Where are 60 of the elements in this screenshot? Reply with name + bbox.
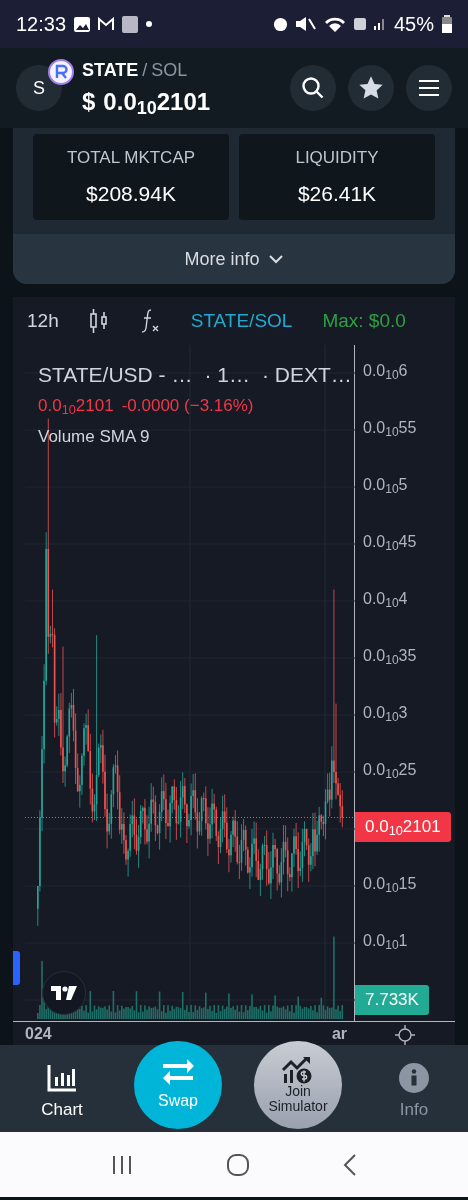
candles-icon[interactable] <box>88 308 109 334</box>
token-price: 0.0$_{10}$2101 <box>103 86 211 120</box>
chart-tab[interactable]: Chart <box>22 1063 102 1123</box>
info-tab[interactable]: Info <box>374 1063 454 1123</box>
stat-label: TOTAL MKTCAP <box>66 146 196 169</box>
price-axis-label: 0.0$_{10}$45 <box>363 533 417 550</box>
price-axis-label: 0.0$_{10}$15 <box>363 875 417 892</box>
price-axis-label: 0.0$_{10}$4 <box>363 590 408 607</box>
chart-legend-title: · 1… <box>204 362 250 388</box>
battery-icon <box>442 15 452 33</box>
stat-value: $208.94K <box>86 181 176 207</box>
base-token: STATE <box>82 58 139 82</box>
swap-arrows-icon <box>161 1057 195 1085</box>
price-axis-label: 0.0$_{10}$55 <box>363 419 417 436</box>
menu-button[interactable] <box>406 65 452 111</box>
quote-token: SOL <box>151 58 188 82</box>
wifi-icon <box>323 16 346 32</box>
settings-icon[interactable] <box>395 1024 415 1045</box>
image-icon <box>74 16 91 32</box>
interval-button[interactable]: 12h <box>27 306 59 336</box>
current-price-tag: 0.0$_{10}$2101 <box>355 812 451 842</box>
time-axis-label: ar <box>331 1024 347 1044</box>
chart-legend-title: · DEXT… <box>261 362 352 388</box>
price-axis-label: 0.0$_{10}$25 <box>363 761 417 778</box>
search-icon <box>301 76 325 100</box>
stat-label: LIQUIDITY <box>295 146 379 169</box>
info-icon <box>399 1063 429 1093</box>
currency-symbol: $ <box>82 86 96 117</box>
legend-price: 0.0$_{10}$2101 <box>38 394 114 418</box>
more-info-button[interactable]: More info <box>13 234 455 284</box>
home-icon[interactable] <box>226 1152 250 1177</box>
stat-value: $26.41K <box>297 181 377 207</box>
dot-icon <box>146 21 153 27</box>
mute-icon <box>295 17 316 31</box>
bar-chart-icon <box>46 1063 78 1093</box>
price-axis-label: 0.0$_{10}$35 <box>363 647 417 664</box>
recent-apps-icon[interactable] <box>110 1154 133 1175</box>
pair-separator: / <box>142 58 148 82</box>
price-axis-label: 0.0$_{10}$5 <box>363 476 408 493</box>
time-axis-label: 024 <box>25 1024 52 1044</box>
search-button[interactable] <box>290 65 336 111</box>
join-simulator-button[interactable]: Join Simulator <box>254 1041 342 1129</box>
app-notification-icon <box>122 15 139 33</box>
exchange-logo-icon <box>48 59 74 85</box>
favorite-button[interactable] <box>348 65 394 111</box>
price-axis-label: 0.0$_{10}$6 <box>363 362 408 379</box>
chart-legend-title: STATE/USD - … <box>38 362 193 388</box>
mail-icon <box>98 17 115 31</box>
status-time: 12:33 <box>16 12 67 37</box>
battery-percent: 45% <box>393 12 434 37</box>
price-axis-label: 0.0$_{10}$1 <box>363 932 408 949</box>
max-price: Max: $0.0 <box>322 308 406 333</box>
price-axis-label: 0.0$_{10}$3 <box>363 704 408 721</box>
legend-change: -0.0000 (−3.16%) <box>121 394 254 417</box>
pair-button[interactable]: STATE/SOL <box>190 306 293 336</box>
logo-icon <box>51 986 77 1000</box>
volume-tag: 7.733K <box>355 985 429 1015</box>
menu-icon <box>418 78 440 98</box>
signal-icon <box>373 18 386 30</box>
back-icon[interactable] <box>343 1152 358 1177</box>
